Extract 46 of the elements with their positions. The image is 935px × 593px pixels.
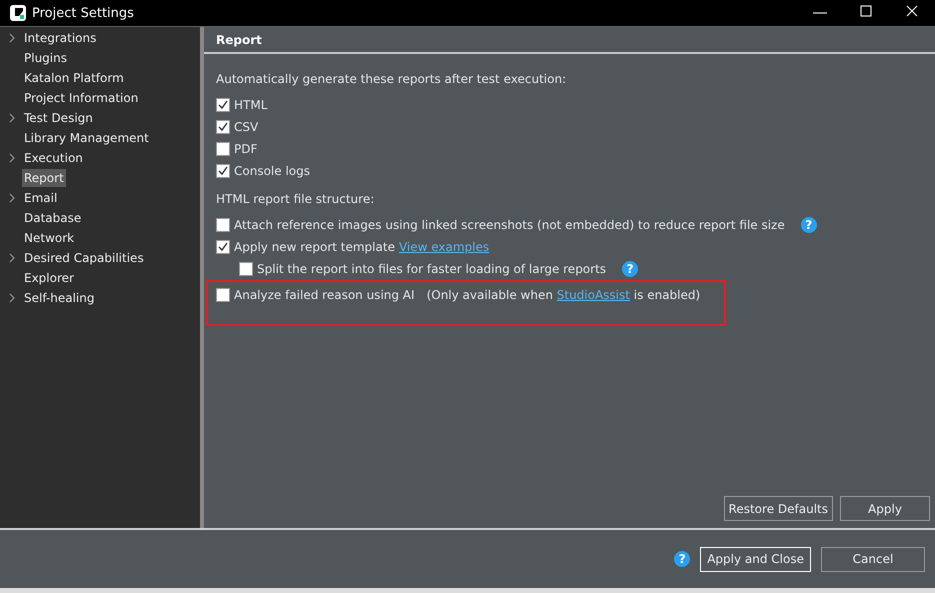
- expand-chevron-icon[interactable]: [8, 253, 16, 263]
- expand-chevron-icon[interactable]: [8, 113, 16, 123]
- checkbox[interactable]: [239, 262, 253, 276]
- option-label: CSV: [234, 120, 258, 134]
- checkbox[interactable]: [216, 98, 230, 112]
- checkbox[interactable]: [216, 240, 230, 254]
- section-heading: Automatically generate these reports after test execution:: [216, 72, 568, 86]
- checkbox[interactable]: [216, 142, 230, 156]
- availability-note: (Only available when StudioAssist is enabled): [426, 288, 700, 302]
- option-label: PDF: [234, 142, 258, 156]
- sidebar-item[interactable]: Network: [22, 229, 76, 247]
- checkbox[interactable]: [216, 288, 230, 302]
- option-label: Attach reference images using linked screenshots (not embedded) to reduce report file size: [234, 218, 785, 232]
- section-heading: HTML report file structure:: [216, 192, 376, 206]
- sidebar-item[interactable]: Katalon Platform: [22, 69, 126, 87]
- restore-defaults-button[interactable]: Restore Defaults: [724, 496, 833, 521]
- page-title: Report: [216, 32, 262, 46]
- sidebar-item[interactable]: Test Design: [22, 109, 95, 127]
- option-label: Apply new report template: [234, 240, 395, 254]
- expand-chevron-icon[interactable]: [8, 293, 16, 303]
- sidebar-item[interactable]: Report: [22, 169, 66, 187]
- sidebar-item[interactable]: Library Management: [22, 129, 151, 147]
- option-label: Split the report into files for faster loading of large reports: [257, 262, 606, 276]
- sidebar-item[interactable]: Database: [22, 209, 84, 227]
- sidebar-item[interactable]: Plugins: [22, 49, 69, 67]
- cancel-button[interactable]: Cancel: [821, 546, 925, 572]
- option-label: HTML: [234, 98, 268, 112]
- expand-chevron-icon[interactable]: [8, 153, 16, 163]
- checkbox[interactable]: [216, 164, 230, 178]
- sidebar-item[interactable]: Self-healing: [22, 289, 96, 307]
- sidebar-item[interactable]: Email: [22, 189, 60, 207]
- sidebar-item[interactable]: Explorer: [22, 269, 76, 287]
- checkbox[interactable]: [216, 120, 230, 134]
- window-title: Project Settings: [32, 6, 134, 20]
- sidebar-item[interactable]: Project Information: [22, 89, 140, 107]
- apply-button[interactable]: Apply: [840, 496, 930, 521]
- checkbox[interactable]: [216, 218, 230, 232]
- app-logo-icon: [10, 5, 26, 21]
- option-label: Analyze failed reason using AI: [234, 288, 415, 302]
- sidebar-item[interactable]: Execution: [22, 149, 85, 167]
- expand-chevron-icon[interactable]: [8, 193, 16, 203]
- option-label: Console logs: [234, 164, 310, 178]
- sidebar-item[interactable]: Desired Capabilities: [22, 249, 146, 267]
- apply-and-close-button[interactable]: Apply and Close: [700, 546, 811, 572]
- expand-chevron-icon[interactable]: [8, 33, 16, 43]
- sidebar-item[interactable]: Integrations: [22, 29, 98, 47]
